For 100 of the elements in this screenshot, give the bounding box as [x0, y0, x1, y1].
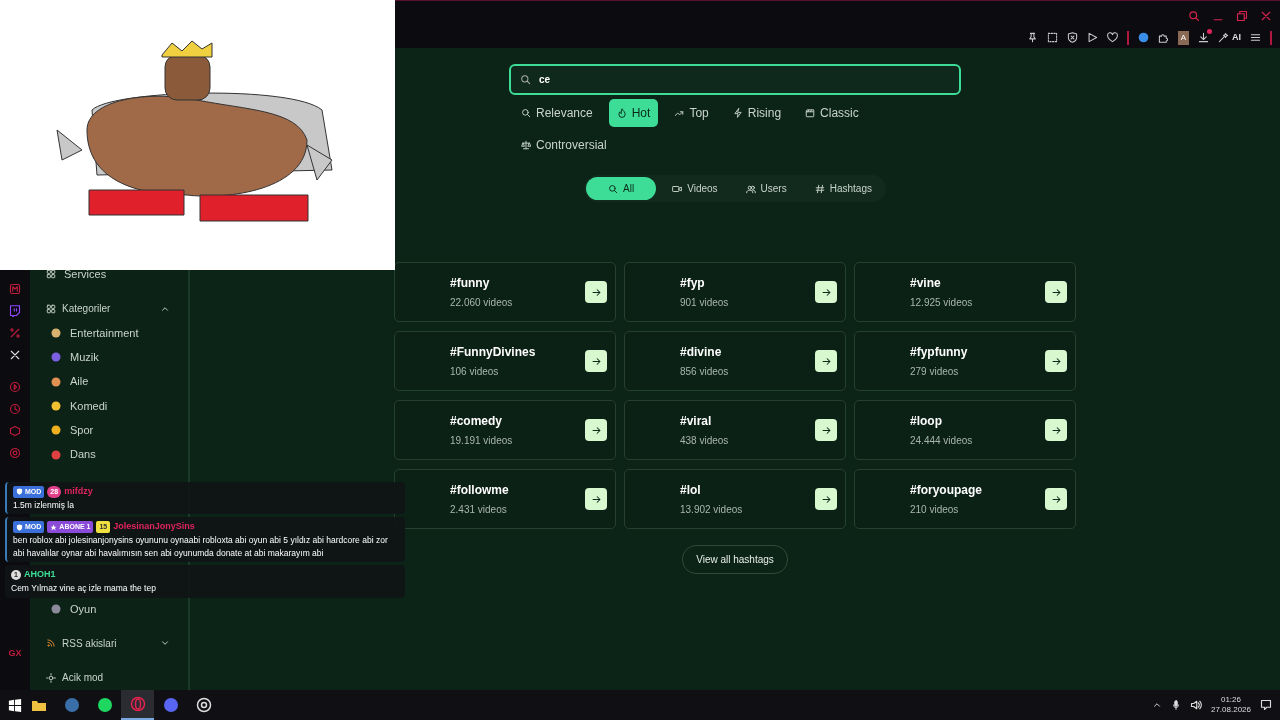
download-arrow-icon: [1198, 32, 1209, 44]
tab-icon: [814, 183, 825, 194]
category-header[interactable]: RSS akislari: [46, 631, 188, 656]
video-count: 856 videos: [680, 365, 729, 379]
sort-tab[interactable]: Relevance: [513, 99, 601, 127]
clock[interactable]: 01:26 27.08.2026: [1210, 695, 1251, 715]
hashtag-card[interactable]: #fypfunny 279 videos: [854, 331, 1076, 391]
sun-icon: [46, 672, 56, 683]
filter-tab[interactable]: Users: [733, 177, 799, 200]
video-count: 901 videos: [680, 296, 729, 310]
x-logo-icon[interactable]: [9, 349, 21, 361]
filter-tab[interactable]: Videos: [660, 177, 730, 200]
open-button[interactable]: [815, 488, 837, 510]
play-circle-icon[interactable]: [9, 381, 21, 393]
chat-text: 1.5m izlenmiş la: [13, 498, 75, 512]
menu-icon[interactable]: [1250, 32, 1261, 44]
search-field[interactable]: ce: [509, 64, 961, 95]
sort-tab[interactable]: Classic: [797, 99, 867, 127]
hashtag-card[interactable]: #fyp 901 videos: [624, 262, 846, 322]
username: mifdzy: [64, 485, 93, 498]
sidebar-item[interactable]: Aile: [70, 373, 89, 390]
chevron-icon[interactable]: [1151, 700, 1162, 710]
shield-icon: [16, 523, 23, 531]
microphone-icon[interactable]: [1170, 700, 1181, 710]
hashtag-title: #fyp: [680, 275, 706, 292]
restore-icon[interactable]: [1236, 9, 1248, 22]
arrow-icon: [590, 493, 602, 505]
hashtag-card[interactable]: #divine 856 videos: [624, 331, 846, 391]
shield-icon[interactable]: [1066, 32, 1078, 44]
percent-icon[interactable]: [9, 327, 21, 339]
m-logo-icon[interactable]: [9, 283, 21, 295]
open-button[interactable]: [815, 419, 837, 441]
ai-label[interactable]: AI: [1232, 30, 1241, 45]
sidebar-item[interactable]: Entertainment: [70, 324, 139, 342]
open-button[interactable]: [815, 281, 837, 303]
sidebar-item[interactable]: Oyun: [70, 600, 97, 618]
open-button[interactable]: [1045, 419, 1067, 441]
heart-icon[interactable]: [1106, 32, 1118, 44]
open-button[interactable]: [585, 350, 607, 372]
date-text: 27.08.2026: [1210, 705, 1251, 715]
open-button[interactable]: [1045, 281, 1067, 303]
download-icon[interactable]: [1198, 32, 1209, 44]
view-all-button[interactable]: View all hashtags: [682, 545, 788, 574]
sidebar-item[interactable]: Komedi: [70, 397, 108, 415]
arrow-icon: [820, 286, 832, 298]
taskbar-app[interactable]: [121, 690, 154, 720]
tab-icon: [805, 108, 816, 118]
sort-tab[interactable]: Hot: [608, 99, 659, 127]
username: JolesinanJonySins: [113, 520, 195, 534]
open-button[interactable]: [815, 350, 837, 372]
open-button[interactable]: [1045, 488, 1067, 510]
hashtag-card[interactable]: #followme 2.431 videos: [394, 469, 616, 529]
tab-icon: [616, 108, 627, 118]
notification-icon[interactable]: [1260, 699, 1272, 711]
opera-icon: [129, 696, 146, 712]
filter-tab[interactable]: Hashtags: [802, 177, 884, 200]
search-icon[interactable]: [1188, 9, 1200, 22]
video-count: 12.925 videos: [910, 296, 973, 310]
close-icon[interactable]: [1260, 9, 1272, 22]
arrow-icon: [1050, 493, 1062, 505]
category-header[interactable]: Kategoriler: [46, 296, 188, 321]
sidebar-item[interactable]: Services: [64, 265, 107, 283]
open-button[interactable]: [585, 488, 607, 510]
open-button[interactable]: [585, 419, 607, 441]
hashtag-card[interactable]: #viral 438 videos: [624, 400, 846, 460]
hashtag-card[interactable]: #vine 12.925 videos: [854, 262, 1076, 322]
pin-icon[interactable]: [1026, 32, 1038, 44]
hashtag-card[interactable]: #foryoupage 210 videos: [854, 469, 1076, 529]
hashtag-card[interactable]: #comedy 19.191 videos: [394, 400, 616, 460]
sidebar-item[interactable]: Muzik: [70, 349, 99, 366]
open-button[interactable]: [585, 281, 607, 303]
video-count: 279 videos: [910, 365, 960, 379]
magic-icon[interactable]: [1218, 32, 1229, 44]
open-button[interactable]: [1045, 350, 1067, 372]
hashtag-card[interactable]: #FunnyDivines 106 videos: [394, 331, 616, 391]
volume-icon[interactable]: [1189, 699, 1202, 711]
avatar-letter[interactable]: A: [1177, 30, 1189, 45]
sort-tab[interactable]: Controversial: [513, 131, 615, 159]
arrow-icon: [590, 355, 602, 367]
windows-start-icon[interactable]: [8, 698, 22, 712]
sidebar-item[interactable]: Spor: [70, 422, 94, 439]
puzzle-icon[interactable]: [1157, 32, 1169, 44]
sort-tab[interactable]: Rising: [724, 99, 790, 127]
clock-icon[interactable]: [9, 403, 21, 415]
filter-tab[interactable]: All: [586, 177, 657, 200]
twitch-icon[interactable]: [9, 305, 21, 317]
arrow-icon: [820, 493, 832, 505]
sidebar-item[interactable]: Acik mod: [62, 670, 104, 686]
arrow-icon: [820, 355, 832, 367]
sidebar-item[interactable]: Dans: [70, 446, 96, 463]
sort-tab[interactable]: Top: [666, 99, 717, 127]
selection-icon[interactable]: [1046, 32, 1058, 44]
hashtag-card[interactable]: #funny 22.060 videos: [394, 262, 616, 322]
hashtag-card[interactable]: #lol 13.902 videos: [624, 469, 846, 529]
arrow-icon: [590, 286, 602, 298]
hashtag-title: #loop: [910, 413, 943, 430]
play-icon[interactable]: [1086, 32, 1098, 44]
cube-icon[interactable]: [9, 425, 21, 437]
hashtag-title: #viral: [680, 413, 713, 430]
hashtag-card[interactable]: #loop 24.444 videos: [854, 400, 1076, 460]
